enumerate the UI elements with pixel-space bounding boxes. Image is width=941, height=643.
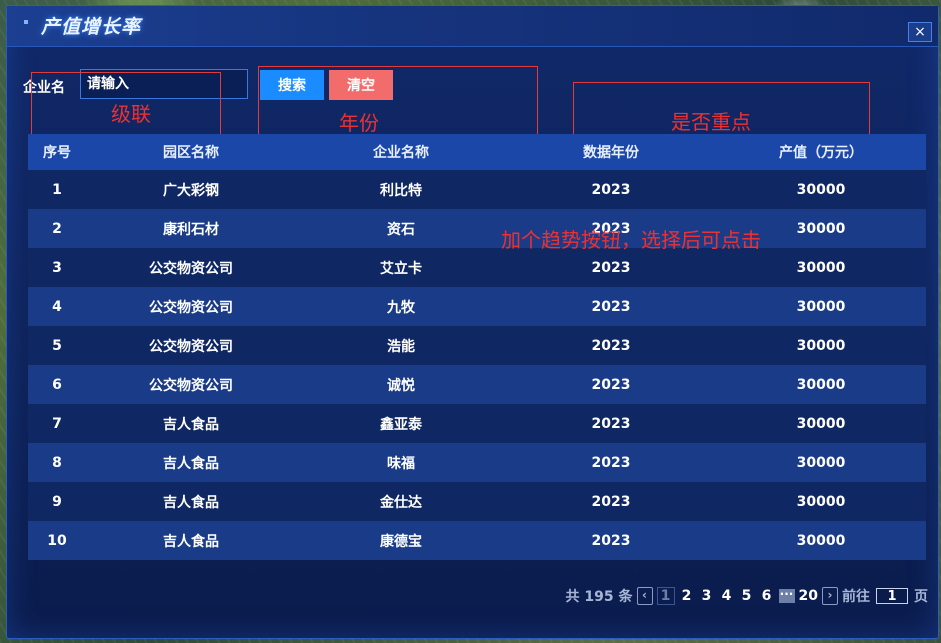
cell-index: 9 [52, 493, 62, 510]
cell-index: 3 [52, 259, 62, 276]
total-count: 共 195 条 [565, 589, 633, 605]
cell-company: 康德宝 [380, 533, 422, 550]
table-row[interactable]: 3 公交物资公司 艾立卡 2023 30000 [28, 248, 926, 287]
cell-park: 吉人食品 [163, 494, 219, 511]
cell-value: 30000 [796, 454, 846, 471]
cell-index: 1 [52, 181, 62, 198]
cell-company: 资石 [387, 221, 415, 238]
page-button-3[interactable]: 3 [699, 588, 715, 604]
cell-company: 九牧 [387, 299, 415, 316]
cell-value: 30000 [796, 493, 846, 510]
page-unit-label: 页 [914, 589, 928, 605]
cell-company: 金仕达 [380, 494, 422, 511]
title-marker-icon [24, 20, 28, 24]
prev-page-icon[interactable]: ‹ [636, 587, 653, 605]
cell-park: 康利石材 [163, 221, 219, 238]
pagination: 共 195 条 ‹ 1 2 3 4 5 6 ··· 20 › 前往 页 [564, 586, 930, 606]
table-row[interactable]: 10 吉人食品 康德宝 2023 30000 [28, 521, 926, 560]
cell-year: 2023 [591, 493, 631, 510]
cell-value: 30000 [796, 337, 846, 354]
table-row[interactable]: 1 广大彩钢 利比特 2023 30000 [28, 170, 926, 209]
title-bar: 产值增长率 × [7, 6, 938, 47]
cell-company: 鑫亚泰 [380, 416, 422, 433]
table-row[interactable]: 2 康利石材 资石 2023 30000 [28, 209, 926, 248]
page-button-4[interactable]: 4 [719, 588, 735, 604]
data-table: 序号 园区名称 企业名称 数据年份 产值（万元） 1 广大彩钢 利比特 2023… [28, 134, 926, 560]
close-icon: × [914, 24, 926, 40]
cell-park: 吉人食品 [163, 416, 219, 433]
table-row[interactable]: 8 吉人食品 味福 2023 30000 [28, 443, 926, 482]
cell-value: 30000 [796, 181, 846, 198]
cell-value: 30000 [796, 532, 846, 549]
header-company-name: 企业名称 [373, 145, 429, 161]
header-data-year: 数据年份 [583, 145, 639, 161]
page-button-6[interactable]: 6 [759, 588, 775, 604]
cell-company: 诚悦 [387, 377, 415, 394]
cell-year: 2023 [591, 298, 631, 315]
next-page-icon[interactable]: › [822, 587, 838, 605]
table-row[interactable]: 7 吉人食品 鑫亚泰 2023 30000 [28, 404, 926, 443]
annotation-cascade: 级联 [111, 102, 151, 126]
cell-value: 30000 [796, 259, 846, 276]
page-button-last[interactable]: 20 [799, 588, 818, 604]
header-park-name: 园区名称 [163, 145, 219, 161]
page-button-5[interactable]: 5 [739, 588, 755, 604]
cell-park: 公交物资公司 [149, 377, 233, 394]
goto-label: 前往 [842, 589, 870, 605]
cell-year: 2023 [591, 532, 631, 549]
header-index: 序号 [43, 145, 71, 161]
annotation-trend: 加个趋势按钮，选择后可点击 [501, 228, 761, 252]
cell-year: 2023 [591, 454, 631, 471]
table-row[interactable]: 4 公交物资公司 九牧 2023 30000 [28, 287, 926, 326]
cell-company: 利比特 [380, 182, 422, 199]
cell-park: 吉人食品 [163, 533, 219, 550]
cell-park: 公交物资公司 [149, 338, 233, 355]
dialog-window: 产值增长率 × 企业名 搜索 清空 级联 年份 是否重点 序号 园区名称 企业名… [6, 5, 939, 639]
page-button-1[interactable]: 1 [656, 587, 675, 605]
dialog-title: 产值增长率 [41, 16, 142, 38]
cell-year: 2023 [591, 337, 631, 354]
cell-value: 30000 [796, 298, 846, 315]
cell-index: 8 [52, 454, 62, 471]
table-row[interactable]: 9 吉人食品 金仕达 2023 30000 [28, 482, 926, 521]
cell-park: 公交物资公司 [149, 299, 233, 316]
annotation-year: 年份 [339, 111, 379, 135]
cell-index: 2 [52, 220, 62, 237]
goto-page-input[interactable] [876, 588, 908, 604]
cell-company: 艾立卡 [380, 260, 422, 277]
cell-index: 5 [52, 337, 62, 354]
cell-park: 公交物资公司 [149, 260, 233, 277]
table-header: 序号 园区名称 企业名称 数据年份 产值（万元） [28, 134, 926, 170]
cell-value: 30000 [796, 415, 846, 432]
header-output-value: 产值（万元） [779, 145, 863, 161]
cell-index: 7 [52, 415, 62, 432]
close-button[interactable]: × [908, 22, 932, 42]
cell-index: 6 [52, 376, 62, 393]
cell-company: 味福 [387, 455, 415, 472]
cell-value: 30000 [796, 376, 846, 393]
cell-park: 广大彩钢 [163, 182, 219, 199]
cell-year: 2023 [591, 181, 631, 198]
cell-year: 2023 [591, 259, 631, 276]
cell-index: 10 [47, 532, 67, 549]
cell-park: 吉人食品 [163, 455, 219, 472]
annotation-key: 是否重点 [671, 110, 751, 134]
cell-year: 2023 [591, 415, 631, 432]
page-button-2[interactable]: 2 [679, 588, 695, 604]
table-row[interactable]: 6 公交物资公司 诚悦 2023 30000 [28, 365, 926, 404]
cell-year: 2023 [591, 376, 631, 393]
table-row[interactable]: 5 公交物资公司 浩能 2023 30000 [28, 326, 926, 365]
more-pages-icon[interactable]: ··· [778, 588, 795, 603]
cell-index: 4 [52, 298, 62, 315]
cell-company: 浩能 [387, 338, 415, 355]
